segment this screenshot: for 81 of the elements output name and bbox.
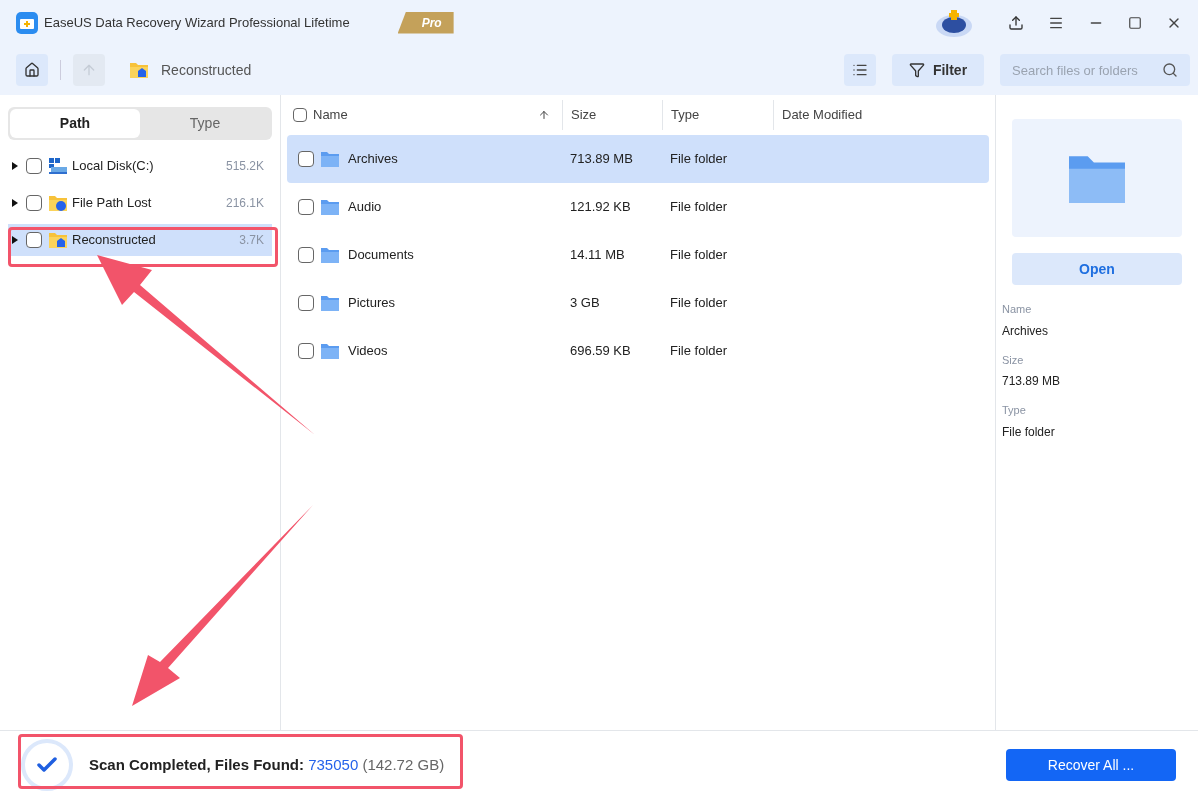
maximize-icon[interactable]	[1128, 15, 1142, 30]
open-button[interactable]: Open	[1012, 253, 1182, 285]
tree-item-label: Reconstructed	[72, 231, 156, 250]
file-size: 14.11 MB	[569, 246, 626, 265]
file-size: 3 GB	[569, 294, 601, 313]
home-icon	[24, 62, 40, 78]
file-type: File folder	[669, 294, 728, 313]
expand-caret-icon[interactable]	[12, 199, 18, 207]
folder-icon	[48, 194, 68, 212]
filter-button[interactable]: Filter	[892, 54, 984, 86]
property-value: Archives	[1002, 322, 1049, 340]
checkbox[interactable]	[298, 295, 314, 311]
folder-icon	[320, 198, 340, 216]
list-icon	[852, 62, 868, 78]
file-size: 121.92 KB	[569, 198, 632, 217]
property-label: Name	[1002, 302, 1033, 317]
column-header[interactable]: Size	[562, 100, 662, 130]
sort-arrow-icon[interactable]	[538, 109, 550, 121]
column-header[interactable]: Name	[313, 105, 348, 125]
checkbox[interactable]	[298, 199, 314, 215]
location-path: Reconstructed	[161, 60, 252, 80]
folder-tag-icon	[129, 61, 149, 79]
item-count: 515.2K	[225, 158, 264, 175]
folder-icon	[320, 342, 340, 360]
window-title: EaseUS Data Recovery Wizard Professional Lifetime	[44, 13, 350, 32]
file-name: Audio	[348, 198, 382, 217]
file-row[interactable]: Archives 713.89 MB File folder	[287, 135, 989, 183]
expand-caret-icon[interactable]	[12, 236, 18, 244]
file-name: Documents	[348, 246, 414, 265]
file-type: File folder	[669, 342, 728, 361]
checkbox[interactable]	[298, 151, 314, 167]
column-header[interactable]: Type	[662, 100, 773, 130]
check-badge-icon	[21, 739, 73, 791]
file-row[interactable]: Audio 121.92 KB File folder	[287, 183, 989, 231]
file-name: Archives	[348, 150, 398, 169]
property-label: Size	[1002, 352, 1025, 368]
item-count: 3.7K	[239, 232, 264, 249]
checkbox[interactable]	[293, 108, 307, 122]
checkbox[interactable]	[298, 247, 314, 263]
view-list-button[interactable]	[844, 54, 876, 86]
tree-item-label: Local Disk(C:)	[72, 157, 154, 176]
recover-all-button[interactable]: Recover All ...	[1006, 749, 1176, 781]
item-count: 216.1K	[225, 195, 264, 212]
tree-item[interactable]: Local Disk(C:) 515.2K	[8, 150, 272, 182]
sidebar-tab[interactable]: Path	[10, 109, 140, 138]
checkbox[interactable]	[26, 195, 42, 211]
checkbox[interactable]	[298, 343, 314, 359]
file-row[interactable]: Videos 696.59 KB File folder	[287, 327, 989, 375]
search-icon	[1162, 62, 1178, 78]
file-name: Pictures	[348, 294, 395, 313]
sidebar-tab[interactable]: Type	[140, 109, 270, 138]
file-size: 713.89 MB	[569, 150, 634, 169]
search-field[interactable]: Search files or folders	[1000, 54, 1190, 86]
disk-icon	[48, 157, 68, 175]
pro-badge: Pro	[397, 11, 454, 34]
property-label: Type	[1002, 403, 1027, 418]
tree-item-label: File Path Lost	[72, 194, 152, 213]
home-button[interactable]	[16, 54, 48, 86]
file-name: Videos	[348, 342, 388, 361]
tree-item[interactable]: File Path Lost 216.1K	[8, 187, 272, 219]
file-type: File folder	[669, 198, 728, 217]
folder-icon	[320, 150, 340, 168]
expand-caret-icon[interactable]	[12, 162, 18, 170]
checkbox[interactable]	[26, 232, 42, 248]
tree-item[interactable]: Reconstructed 3.7K	[8, 224, 272, 256]
property-value: 713.89 MB	[1002, 373, 1062, 390]
folder-icon	[48, 231, 68, 249]
file-row[interactable]: Documents 14.11 MB File folder	[287, 231, 989, 279]
column-header[interactable]: Date Modified	[773, 100, 953, 130]
file-type: File folder	[669, 246, 728, 265]
folder-icon	[320, 294, 340, 312]
file-row[interactable]: Pictures 3 GB File folder	[287, 279, 989, 327]
file-size: 696.59 KB	[569, 342, 632, 361]
folder-icon	[320, 246, 340, 264]
checkbox[interactable]	[26, 158, 42, 174]
scan-status-text: Scan Completed, Files Found: 735050 (142.72 GB)	[89, 754, 445, 775]
property-value: File folder	[1002, 423, 1056, 441]
upload-icon[interactable]	[1008, 14, 1024, 31]
file-type: File folder	[669, 150, 728, 169]
app-logo-icon	[16, 11, 38, 34]
funnel-icon	[908, 62, 925, 78]
